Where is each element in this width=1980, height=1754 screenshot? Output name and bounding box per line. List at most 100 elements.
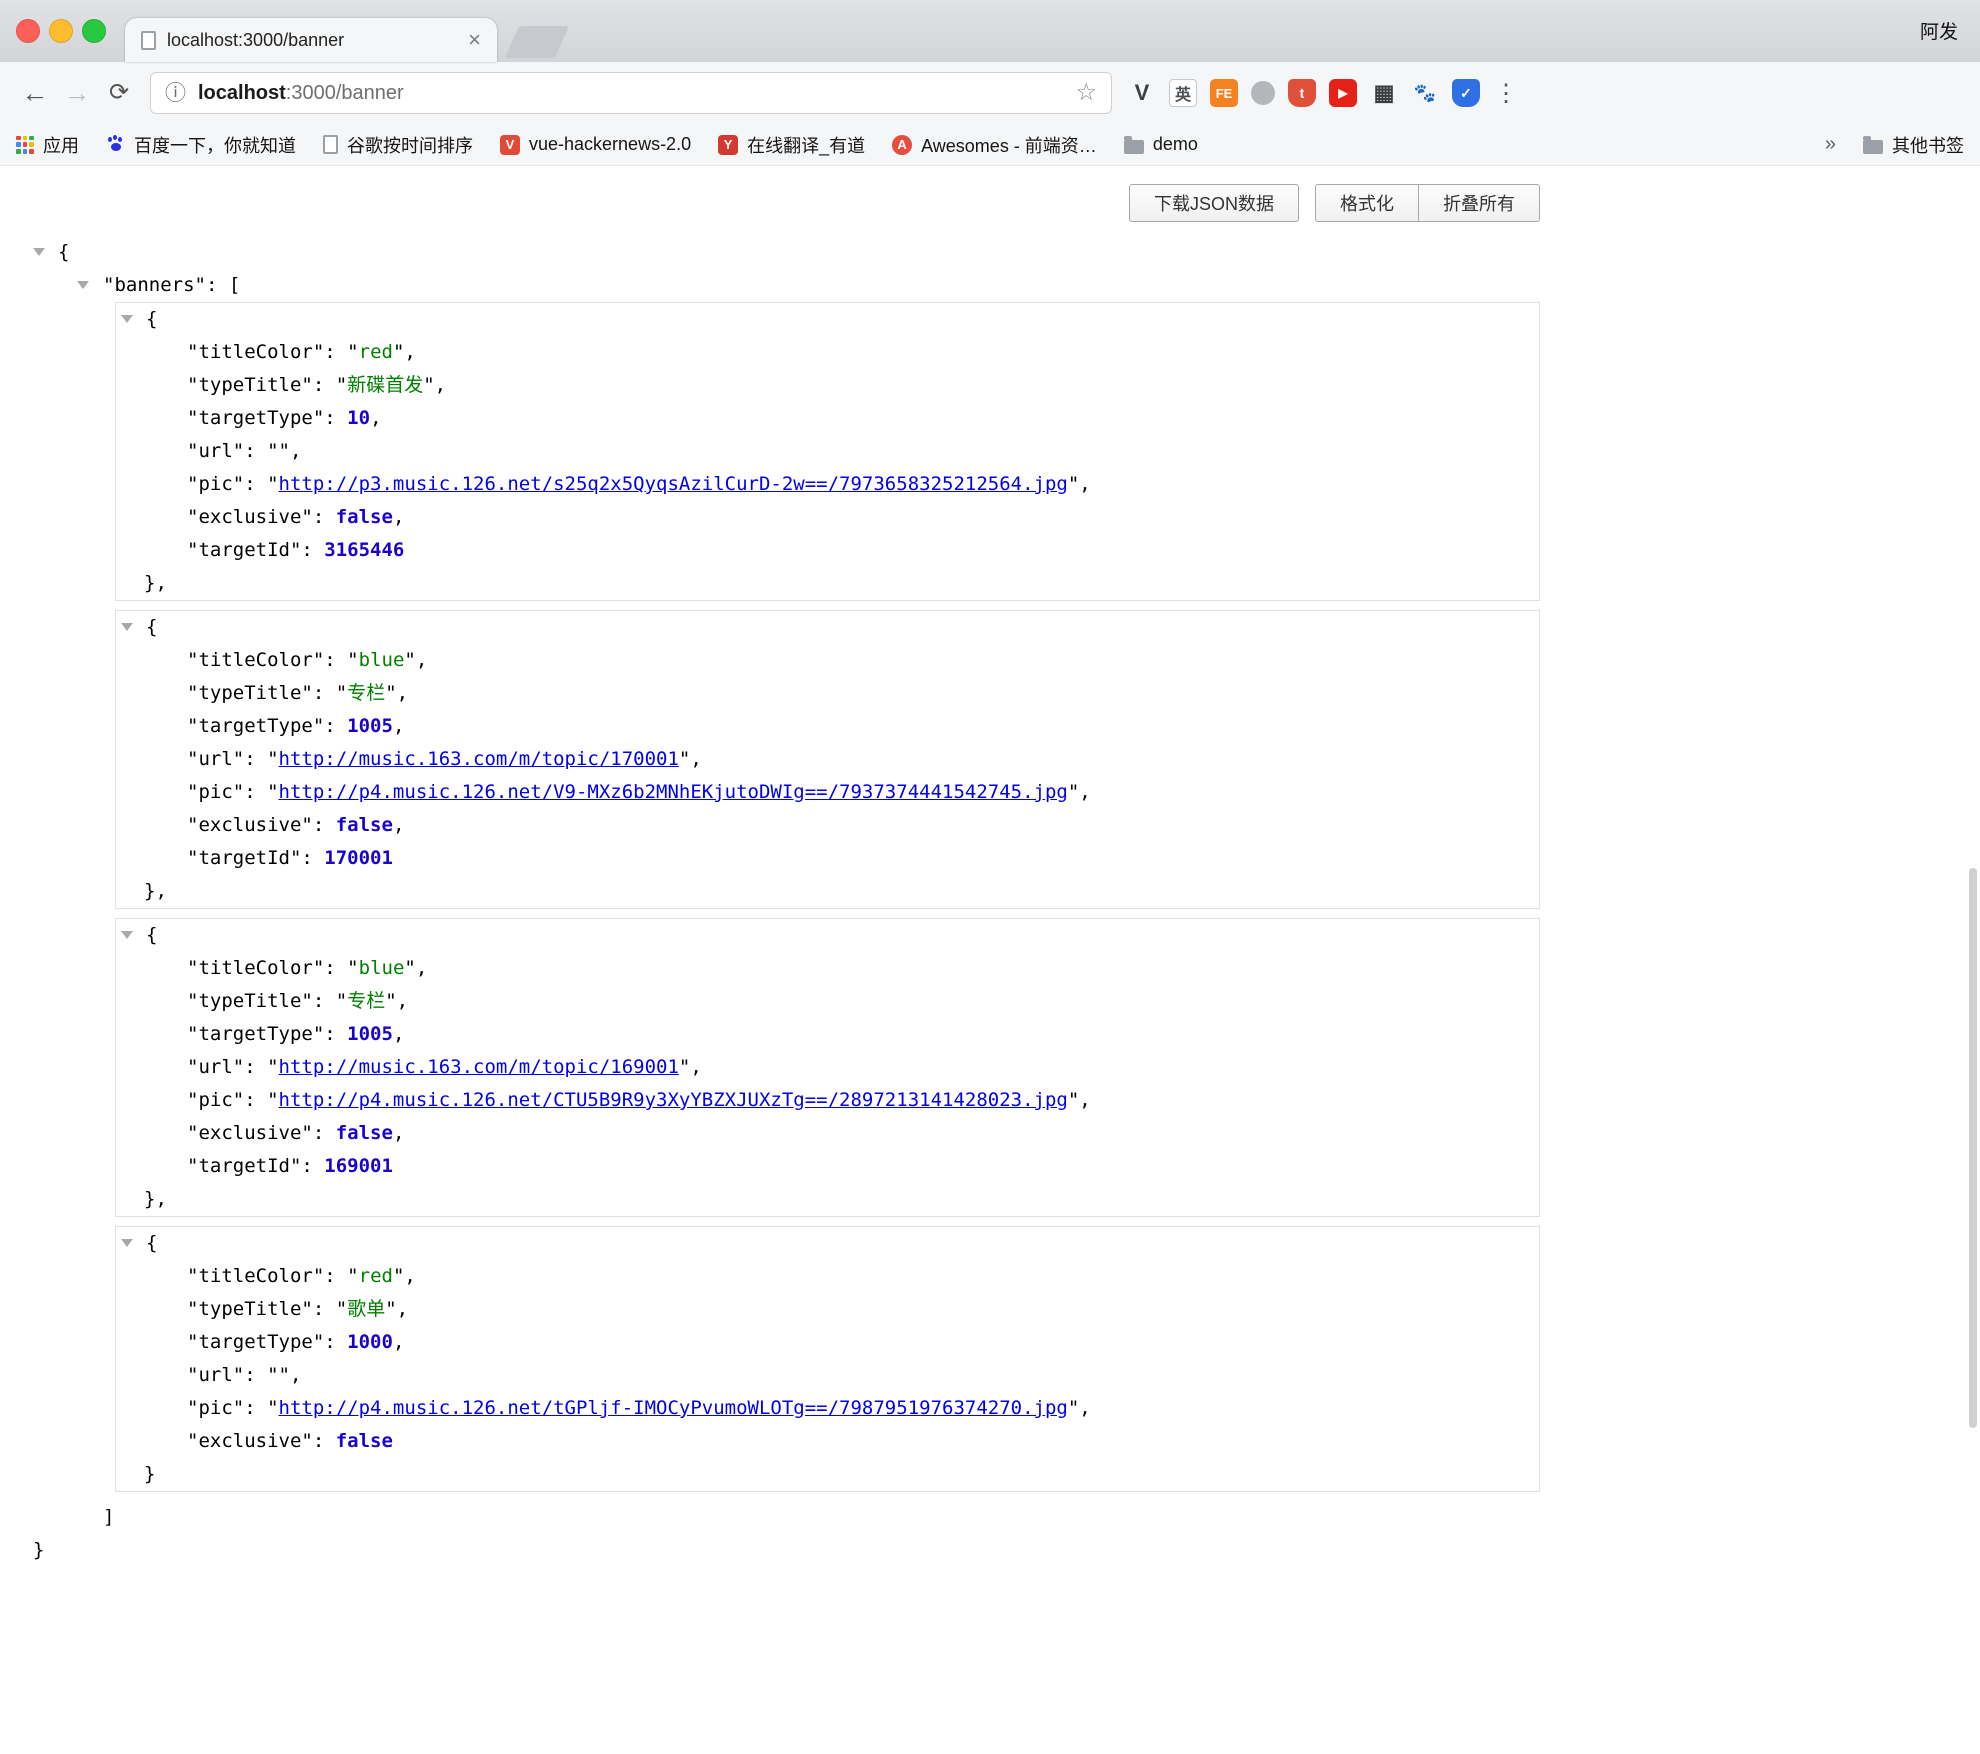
json-url-link[interactable]: http://p4.music.126.net/V9-MXz6b2MNhEKju… bbox=[279, 781, 1068, 803]
bookmark-awesomes[interactable]: A Awesomes - 前端资… bbox=[892, 132, 1097, 158]
shield-t-extension-icon[interactable]: t bbox=[1288, 79, 1316, 107]
json-line: { bbox=[116, 1227, 1539, 1260]
json-tree: {"banners": [{"titleColor": "red","typeT… bbox=[33, 236, 1540, 1567]
page-info-icon[interactable]: ⓘ bbox=[165, 83, 186, 104]
bookmark-label: 谷歌按时间排序 bbox=[347, 132, 473, 158]
browser-toolbar: ← → ⟳ ⓘ localhost:3000/banner ☆ V 英 FE t… bbox=[0, 62, 1980, 124]
json-line: { bbox=[116, 611, 1539, 644]
collapse-all-button[interactable]: 折叠所有 bbox=[1418, 184, 1540, 222]
json-line: "exclusive": false, bbox=[116, 501, 1539, 534]
awesomes-badge-icon: A bbox=[892, 135, 912, 155]
bookmark-apps[interactable]: 应用 bbox=[16, 132, 79, 158]
json-line: "targetId": 170001 bbox=[116, 842, 1539, 875]
url-host: localhost bbox=[198, 82, 286, 104]
json-line: "typeTitle": "歌单", bbox=[116, 1293, 1539, 1326]
bookmark-label: Awesomes - 前端资… bbox=[921, 132, 1097, 158]
folder-icon bbox=[1863, 140, 1883, 154]
bookmark-google-sort[interactable]: 谷歌按时间排序 bbox=[323, 132, 473, 158]
vue-badge-icon: V bbox=[500, 135, 520, 155]
bookmarks-overflow-chevron[interactable]: » bbox=[1825, 133, 1836, 156]
youdao-badge-icon: Y bbox=[718, 135, 738, 155]
json-object-box: {"titleColor": "blue","typeTitle": "专栏",… bbox=[115, 918, 1540, 1217]
tab-close-icon[interactable]: × bbox=[468, 29, 481, 51]
json-line: { bbox=[33, 236, 1540, 269]
json-line: "targetType": 1005, bbox=[116, 1018, 1539, 1051]
baidu-paw-icon bbox=[106, 135, 125, 154]
json-line: "typeTitle": "专栏", bbox=[116, 985, 1539, 1018]
json-line: "targetType": 10, bbox=[116, 402, 1539, 435]
qr-code-extension-icon[interactable]: ▦ bbox=[1370, 79, 1398, 107]
json-line: "pic": "http://p4.music.126.net/CTU5B9R9… bbox=[116, 1084, 1539, 1117]
json-line: "pic": "http://p3.music.126.net/s25q2x5Q… bbox=[116, 468, 1539, 501]
extensions-area: V 英 FE t ▶ ▦ 🐾 ✓ bbox=[1128, 79, 1480, 107]
json-actions-row: 下载JSON数据 格式化 折叠所有 bbox=[33, 184, 1540, 222]
other-bookmarks[interactable]: 其他书签 bbox=[1863, 132, 1964, 158]
tab-title: localhost:3000/banner bbox=[167, 30, 344, 51]
page-favicon-icon bbox=[141, 31, 156, 50]
json-line: "url": "", bbox=[116, 1359, 1539, 1392]
json-line: "titleColor": "red", bbox=[116, 336, 1539, 369]
chrome-menu-kebab-icon[interactable]: ⋮ bbox=[1494, 79, 1518, 108]
fullscreen-window-button[interactable] bbox=[82, 19, 106, 43]
json-line: "url": "http://music.163.com/m/topic/170… bbox=[116, 743, 1539, 776]
bookmark-demo-folder[interactable]: demo bbox=[1124, 134, 1198, 155]
json-url-link[interactable]: http://music.163.com/m/topic/170001 bbox=[279, 748, 679, 770]
bookmark-baidu[interactable]: 百度一下，你就知道 bbox=[106, 132, 296, 158]
collapse-caret-icon[interactable] bbox=[121, 931, 133, 939]
bookmark-star-icon[interactable]: ☆ bbox=[1075, 81, 1097, 105]
browser-tab[interactable]: localhost:3000/banner × bbox=[125, 18, 497, 62]
json-line: "url": "", bbox=[116, 435, 1539, 468]
json-url-link[interactable]: http://p4.music.126.net/CTU5B9R9y3XyYBZX… bbox=[279, 1089, 1068, 1111]
json-object-box: {"titleColor": "red","typeTitle": "新碟首发"… bbox=[115, 302, 1540, 601]
json-line: "exclusive": false, bbox=[116, 1117, 1539, 1150]
collapse-caret-icon[interactable] bbox=[121, 315, 133, 323]
json-line: "banners": [ bbox=[33, 269, 1540, 302]
folder-icon bbox=[1124, 140, 1144, 154]
json-line: "targetId": 3165446 bbox=[116, 534, 1539, 567]
bookmarks-bar: 应用 百度一下，你就知道 谷歌按时间排序 V vue-hackernews-2.… bbox=[0, 124, 1980, 166]
new-tab-button[interactable] bbox=[505, 26, 569, 58]
security-shield-extension-icon[interactable]: ✓ bbox=[1452, 79, 1480, 107]
paw-extension-icon[interactable]: 🐾 bbox=[1411, 79, 1439, 107]
json-line: } bbox=[116, 1458, 1539, 1491]
json-line: "typeTitle": "新碟首发", bbox=[116, 369, 1539, 402]
format-button[interactable]: 格式化 bbox=[1315, 184, 1419, 222]
forward-button[interactable]: → bbox=[56, 80, 98, 107]
json-line: { bbox=[116, 303, 1539, 336]
collapse-caret-icon[interactable] bbox=[121, 623, 133, 631]
collapse-caret-icon[interactable] bbox=[121, 1239, 133, 1247]
json-line: }, bbox=[116, 567, 1539, 600]
traffic-lights bbox=[16, 19, 106, 43]
url-text[interactable]: localhost:3000/banner bbox=[198, 82, 404, 105]
collapse-caret-icon[interactable] bbox=[77, 281, 89, 289]
close-window-button[interactable] bbox=[16, 19, 40, 43]
minimize-window-button[interactable] bbox=[49, 19, 73, 43]
other-bookmarks-label: 其他书签 bbox=[1892, 132, 1964, 158]
url-path: :3000/banner bbox=[286, 82, 404, 104]
vertical-scrollbar-thumb[interactable] bbox=[1969, 868, 1977, 1428]
bookmark-vue-hackernews[interactable]: V vue-hackernews-2.0 bbox=[500, 134, 691, 155]
page-icon bbox=[323, 135, 338, 154]
bookmark-youdao-translate[interactable]: Y 在线翻译_有道 bbox=[718, 132, 865, 158]
vimium-extension-icon[interactable]: V bbox=[1128, 79, 1156, 107]
json-line: "pic": "http://p4.music.126.net/V9-MXz6b… bbox=[116, 776, 1539, 809]
json-url-link[interactable]: http://music.163.com/m/topic/169001 bbox=[279, 1056, 679, 1078]
collapse-caret-icon[interactable] bbox=[33, 248, 45, 256]
json-line: "typeTitle": "专栏", bbox=[116, 677, 1539, 710]
json-line: }, bbox=[116, 875, 1539, 908]
profile-name[interactable]: 阿发 bbox=[1920, 17, 1958, 44]
fe-extension-icon[interactable]: FE bbox=[1210, 79, 1238, 107]
json-line: "titleColor": "blue", bbox=[116, 952, 1539, 985]
org-extension-icon[interactable] bbox=[1251, 81, 1275, 105]
json-url-link[interactable]: http://p3.music.126.net/s25q2x5QyqsAzilC… bbox=[279, 473, 1068, 495]
json-line: }, bbox=[116, 1183, 1539, 1216]
json-object-box: {"titleColor": "red","typeTitle": "歌单","… bbox=[115, 1226, 1540, 1492]
url-bar[interactable]: ⓘ localhost:3000/banner ☆ bbox=[150, 72, 1112, 114]
apps-grid-icon bbox=[16, 136, 34, 154]
youtube-extension-icon[interactable]: ▶ bbox=[1329, 79, 1357, 107]
download-json-button[interactable]: 下载JSON数据 bbox=[1129, 184, 1299, 222]
reload-button[interactable]: ⟳ bbox=[98, 81, 140, 105]
back-button[interactable]: ← bbox=[14, 80, 56, 107]
dictionary-extension-icon[interactable]: 英 bbox=[1169, 79, 1197, 107]
json-url-link[interactable]: http://p4.music.126.net/tGPljf-IMOCyPvum… bbox=[279, 1397, 1068, 1419]
